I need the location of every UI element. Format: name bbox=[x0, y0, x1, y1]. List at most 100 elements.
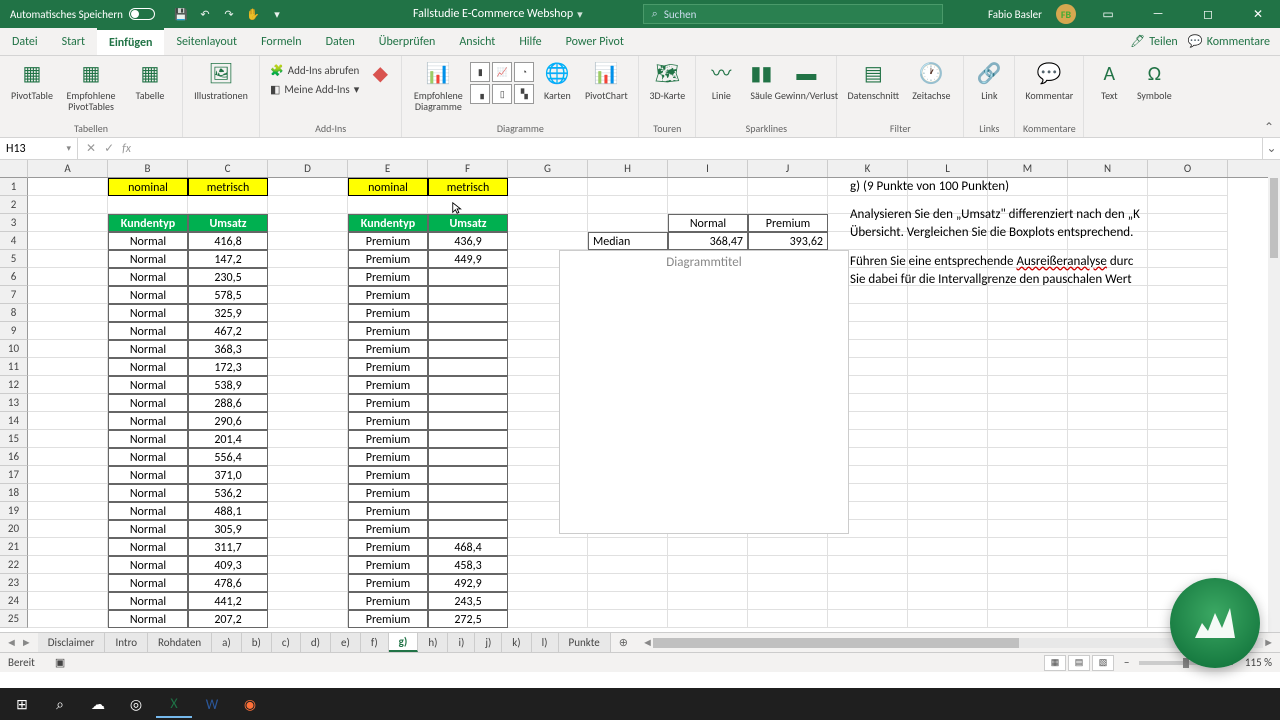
search-taskbar-icon[interactable]: ⌕ bbox=[42, 690, 78, 718]
sheet-tab[interactable]: h) bbox=[418, 633, 448, 652]
column-header[interactable]: N bbox=[1068, 160, 1148, 177]
cell[interactable] bbox=[428, 340, 508, 358]
cell[interactable]: Umsatz bbox=[428, 214, 508, 232]
cell[interactable]: 325,9 bbox=[188, 304, 268, 322]
cell[interactable]: Median bbox=[588, 232, 668, 250]
sheet-tab[interactable]: b) bbox=[242, 633, 272, 652]
cell[interactable]: Normal bbox=[108, 376, 188, 394]
zoom-out-button[interactable]: − bbox=[1124, 656, 1129, 669]
cell[interactable] bbox=[428, 466, 508, 484]
cell[interactable]: Premium bbox=[348, 448, 428, 466]
row-header[interactable]: 18 bbox=[0, 484, 28, 502]
sparkline-winloss-button[interactable]: ▬Gewinn/Verlust bbox=[782, 58, 830, 101]
tab-daten[interactable]: Daten bbox=[314, 28, 367, 55]
symbols-button[interactable]: ΩSymbole bbox=[1130, 58, 1178, 101]
column-headers[interactable]: ABCDEFGHIJKLMNO bbox=[28, 160, 1268, 178]
cell[interactable]: Premium bbox=[748, 214, 828, 232]
sheet-tab[interactable]: e) bbox=[331, 633, 361, 652]
column-header[interactable]: H bbox=[588, 160, 668, 177]
tab-power pivot[interactable]: Power Pivot bbox=[554, 28, 636, 55]
firefox-taskbar-icon[interactable]: ◉ bbox=[232, 690, 268, 718]
row-header[interactable]: 6 bbox=[0, 268, 28, 286]
row-header[interactable]: 2 bbox=[0, 196, 28, 214]
comments-button[interactable]: 💬 Kommentare bbox=[1188, 34, 1270, 49]
task-view-icon[interactable]: ◎ bbox=[118, 690, 154, 718]
chevron-down-icon[interactable]: ▾ bbox=[66, 143, 71, 154]
cell[interactable]: Premium bbox=[348, 250, 428, 268]
cell[interactable] bbox=[428, 322, 508, 340]
cell[interactable]: Normal bbox=[108, 430, 188, 448]
sheet-tab[interactable]: g) bbox=[389, 633, 419, 652]
cell[interactable]: Normal bbox=[108, 592, 188, 610]
cell[interactable]: Premium bbox=[348, 340, 428, 358]
illustrations-button[interactable]: 🖼Illustrationen bbox=[189, 58, 253, 101]
cell[interactable]: Premium bbox=[348, 502, 428, 520]
sheet-tab[interactable]: l) bbox=[532, 633, 559, 652]
column-header[interactable]: F bbox=[428, 160, 508, 177]
cell[interactable]: 201,4 bbox=[188, 430, 268, 448]
cell[interactable]: 290,6 bbox=[188, 412, 268, 430]
sheet-tab[interactable]: Punkte bbox=[559, 633, 611, 652]
link-button[interactable]: 🔗Link bbox=[970, 58, 1008, 101]
row-header[interactable]: 13 bbox=[0, 394, 28, 412]
row-header[interactable]: 10 bbox=[0, 340, 28, 358]
combo-chart-icon[interactable]: ▚ bbox=[514, 84, 534, 104]
sheet-tab[interactable]: Rohdaten bbox=[148, 633, 212, 652]
scroll-left-icon[interactable]: ◄ bbox=[642, 636, 653, 649]
column-header[interactable]: L bbox=[908, 160, 988, 177]
row-header[interactable]: 4 bbox=[0, 232, 28, 250]
cell[interactable]: 368,3 bbox=[188, 340, 268, 358]
cell[interactable]: 393,62 bbox=[748, 232, 828, 250]
cell[interactable]: 478,6 bbox=[188, 574, 268, 592]
cell[interactable]: 538,9 bbox=[188, 376, 268, 394]
cell[interactable] bbox=[428, 412, 508, 430]
column-header[interactable]: D bbox=[268, 160, 348, 177]
prev-sheet-icon[interactable]: ◄ bbox=[6, 636, 17, 649]
bing-button[interactable]: ◆ bbox=[365, 58, 395, 86]
row-header[interactable]: 19 bbox=[0, 502, 28, 520]
cell[interactable]: Kundentyp bbox=[108, 214, 188, 232]
maximize-button[interactable]: ◻ bbox=[1190, 0, 1226, 28]
cell[interactable]: Normal bbox=[108, 574, 188, 592]
get-addins-button[interactable]: 🧩Add-Ins abrufen bbox=[266, 62, 363, 79]
cell[interactable]: 468,4 bbox=[428, 538, 508, 556]
cell[interactable]: Umsatz bbox=[188, 214, 268, 232]
row-header[interactable]: 11 bbox=[0, 358, 28, 376]
word-taskbar-icon[interactable]: W bbox=[194, 690, 230, 718]
cell[interactable]: Premium bbox=[348, 574, 428, 592]
pivottable-button[interactable]: ▦PivotTable bbox=[6, 58, 58, 101]
tab-ansicht[interactable]: Ansicht bbox=[447, 28, 507, 55]
hier-chart-icon[interactable]: ▗ bbox=[470, 84, 490, 104]
expand-formula-icon[interactable]: ⌄ bbox=[1262, 138, 1280, 159]
sheet-tab[interactable]: f) bbox=[361, 633, 389, 652]
spreadsheet-grid[interactable]: ABCDEFGHIJKLMNO 123456789101112131415161… bbox=[0, 160, 1280, 632]
stat-chart-icon[interactable]: ▯ bbox=[492, 84, 512, 104]
sheet-tab[interactable]: d) bbox=[301, 633, 331, 652]
share-button[interactable]: 🖊 Teilen bbox=[1130, 34, 1178, 49]
recommended-charts-button[interactable]: 📊Empfohlene Diagramme bbox=[408, 58, 468, 112]
undo-icon[interactable]: ↶ bbox=[197, 6, 213, 22]
ribbon-mode-icon[interactable]: ▭ bbox=[1090, 0, 1126, 28]
cell[interactable]: Normal bbox=[108, 538, 188, 556]
column-header[interactable]: O bbox=[1148, 160, 1228, 177]
cell[interactable]: 207,2 bbox=[188, 610, 268, 628]
column-header[interactable]: B bbox=[108, 160, 188, 177]
recommended-pivot-button[interactable]: ▦Empfohlene PivotTables bbox=[60, 58, 122, 112]
cell[interactable]: 488,1 bbox=[188, 502, 268, 520]
cell[interactable]: 147,2 bbox=[188, 250, 268, 268]
3d-map-button[interactable]: 🗺3D-Karte bbox=[645, 58, 689, 101]
cell[interactable]: 467,2 bbox=[188, 322, 268, 340]
collapse-ribbon-icon[interactable]: ⌃ bbox=[1264, 120, 1274, 135]
cell[interactable]: 458,3 bbox=[428, 556, 508, 574]
cell[interactable] bbox=[428, 304, 508, 322]
cell[interactable]: 409,3 bbox=[188, 556, 268, 574]
column-header[interactable]: C bbox=[188, 160, 268, 177]
zoom-level[interactable]: 115 % bbox=[1245, 656, 1272, 669]
row-header[interactable]: 14 bbox=[0, 412, 28, 430]
cell[interactable]: Normal bbox=[108, 358, 188, 376]
cell[interactable]: 288,6 bbox=[188, 394, 268, 412]
row-header[interactable]: 9 bbox=[0, 322, 28, 340]
slicer-button[interactable]: ▤Datenschnitt bbox=[843, 58, 903, 101]
bar-chart-icon[interactable]: ▮ bbox=[470, 62, 490, 82]
timeline-button[interactable]: 🕐Zeitachse bbox=[905, 58, 957, 101]
